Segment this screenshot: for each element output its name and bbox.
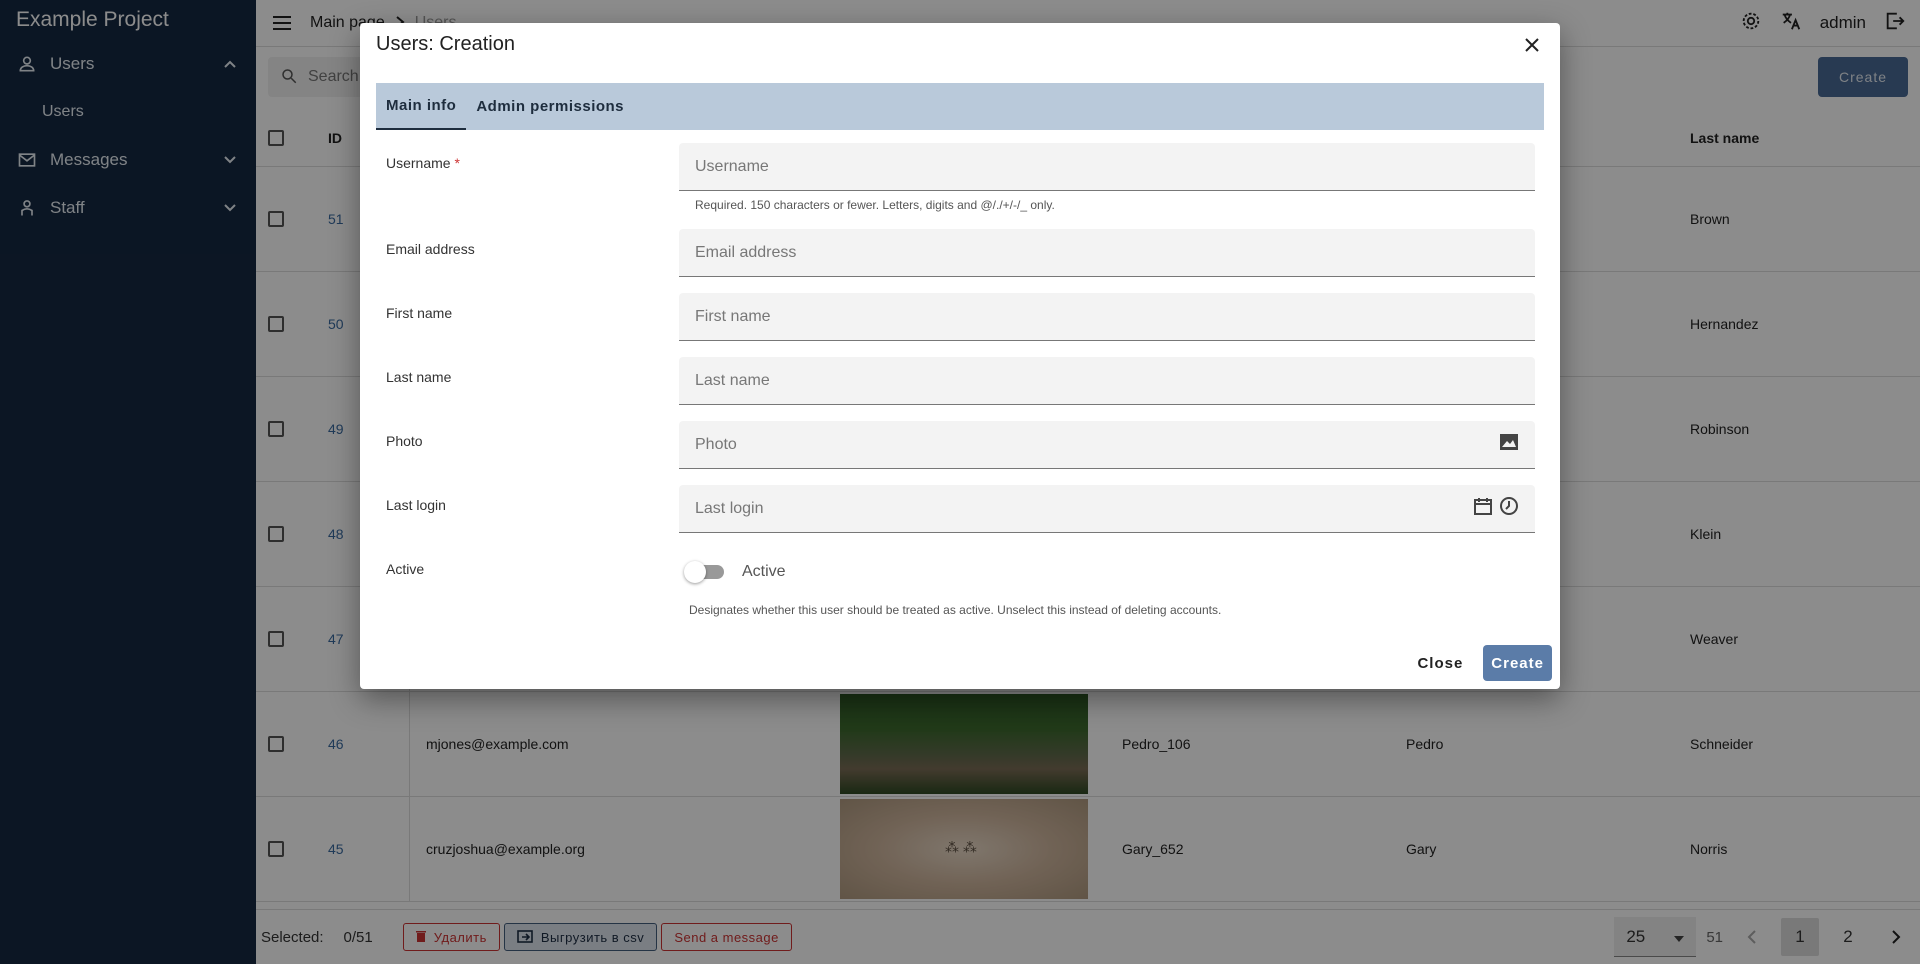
username-label: Username * <box>386 155 460 171</box>
tab-main-info[interactable]: Main info <box>376 83 467 130</box>
last-name-field[interactable]: Last name <box>679 357 1535 405</box>
active-label: Active <box>386 561 425 577</box>
email-field[interactable]: Email address <box>679 229 1535 277</box>
photo-label: Photo <box>386 433 423 449</box>
image-icon[interactable] <box>1499 433 1519 456</box>
photo-field[interactable]: Photo <box>679 421 1535 469</box>
dialog-actions: Close Create <box>1407 645 1552 681</box>
close-icon[interactable] <box>1520 33 1544 57</box>
last-name-placeholder: Last name <box>695 371 770 389</box>
username-placeholder: Username <box>695 157 769 175</box>
required-mark: * <box>454 155 460 171</box>
last-login-field[interactable]: Last login <box>679 485 1535 533</box>
calendar-icon[interactable] <box>1473 496 1493 521</box>
active-hint: Designates whether this user should be t… <box>689 603 1222 617</box>
username-hint: Required. 150 characters or fewer. Lette… <box>695 198 1055 212</box>
last-login-label: Last login <box>386 497 446 513</box>
switch-knob <box>684 561 706 583</box>
clock-icon[interactable] <box>1499 496 1519 521</box>
active-toggle[interactable]: Active <box>684 561 786 583</box>
dialog-title: Users: Creation <box>376 33 515 55</box>
tab-admin-permissions[interactable]: Admin permissions <box>466 83 634 130</box>
email-placeholder: Email address <box>695 243 797 261</box>
username-label-text: Username <box>386 155 451 171</box>
active-toggle-label: Active <box>742 563 786 580</box>
close-button[interactable]: Close <box>1407 645 1473 681</box>
username-field[interactable]: Username <box>679 143 1535 191</box>
active-switch[interactable] <box>684 561 724 583</box>
dialog-tabs: Main info Admin permissions <box>376 83 1544 130</box>
email-label: Email address <box>386 241 475 257</box>
first-name-placeholder: First name <box>695 307 771 325</box>
first-name-label: First name <box>386 305 453 321</box>
create-user-dialog: Users: Creation Main info Admin permissi… <box>360 23 1560 689</box>
create-submit-button[interactable]: Create <box>1483 645 1552 681</box>
first-name-field[interactable]: First name <box>679 293 1535 341</box>
last-name-label: Last name <box>386 369 452 385</box>
photo-placeholder: Photo <box>695 435 737 453</box>
last-login-placeholder: Last login <box>695 499 764 517</box>
